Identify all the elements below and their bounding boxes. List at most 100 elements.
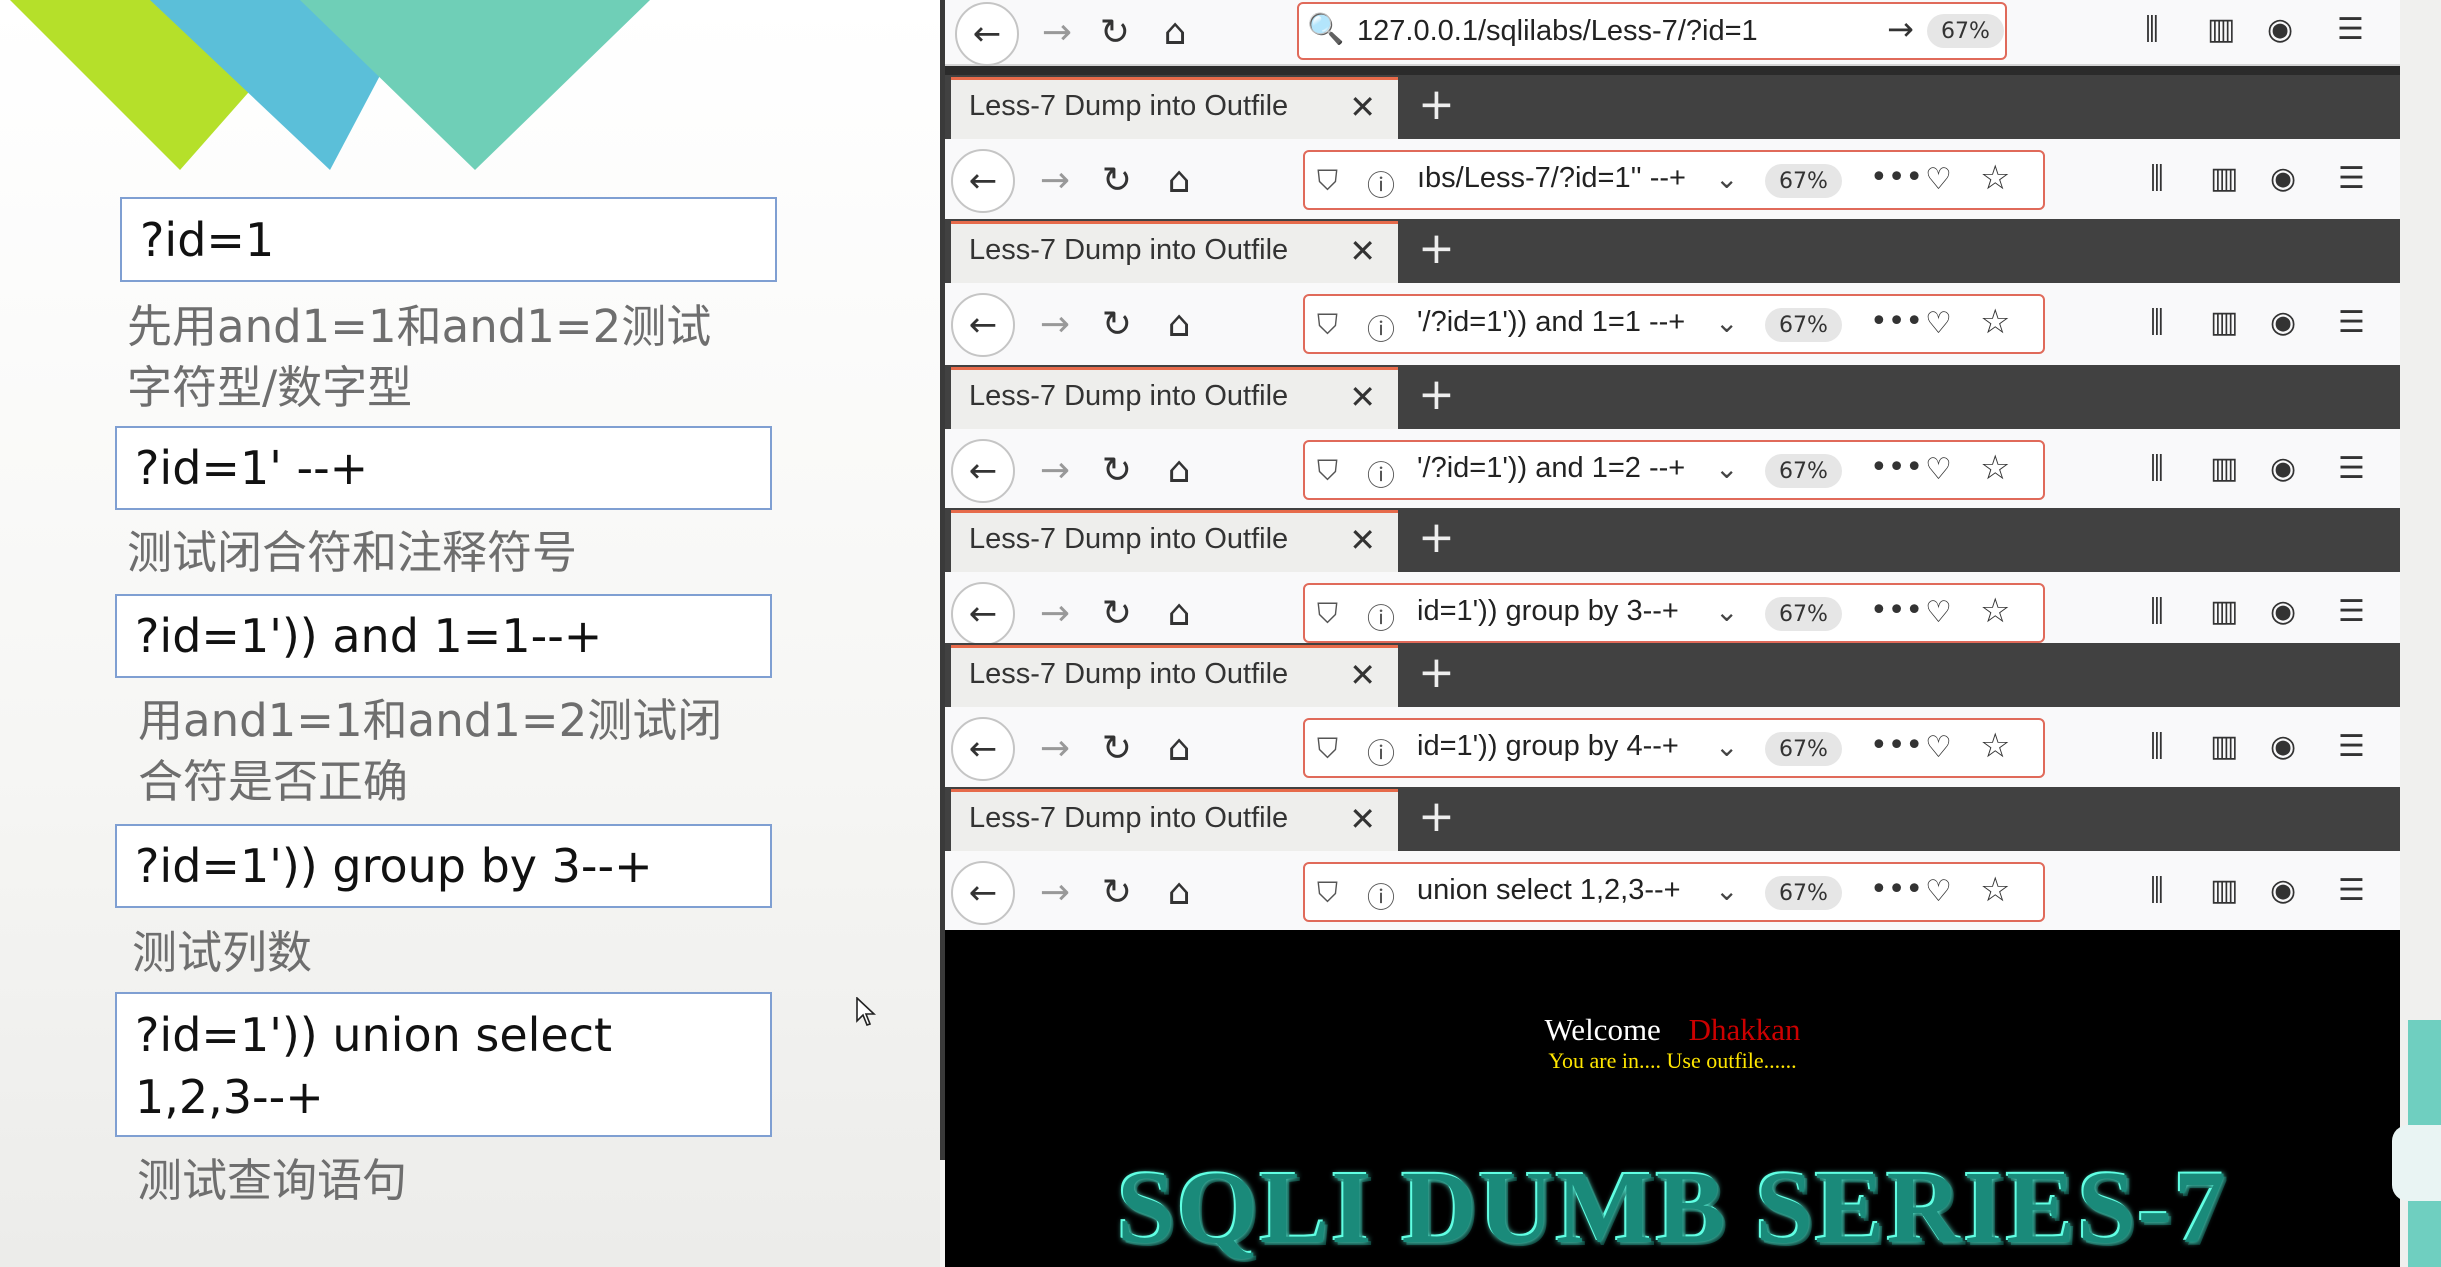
reload-button[interactable]: ↻ xyxy=(1087,139,1147,221)
chevron-down-icon[interactable]: ⌄ xyxy=(1715,595,1738,628)
url-text[interactable]: '/?id=1')) and 1=2 --+ xyxy=(1417,452,1685,485)
library-icon[interactable]: ⫼ xyxy=(2150,873,2164,908)
back-button[interactable]: ← xyxy=(951,293,1015,357)
account-icon[interactable]: ◉ xyxy=(2270,305,2296,340)
zoom-badge[interactable]: 67% xyxy=(1765,732,1842,766)
more-icon[interactable]: ••• xyxy=(1870,450,1923,485)
forward-button[interactable]: → xyxy=(1025,707,1085,789)
menu-icon[interactable]: ☰ xyxy=(2338,305,2365,340)
info-icon[interactable]: ⓘ xyxy=(1367,308,1395,348)
forward-button[interactable]: → xyxy=(1027,0,1087,64)
reload-button[interactable]: ↻ xyxy=(1085,0,1145,64)
new-tab-button[interactable]: + xyxy=(1418,369,1455,420)
menu-icon[interactable]: ☰ xyxy=(2338,873,2365,908)
account-icon[interactable]: ◉ xyxy=(2270,594,2296,629)
menu-icon[interactable]: ☰ xyxy=(2338,451,2365,486)
tab[interactable]: Less-7 Dump into Outfile ✕ xyxy=(951,789,1398,851)
zoom-badge[interactable]: 67% xyxy=(1765,164,1842,198)
back-button[interactable]: ← xyxy=(951,439,1015,503)
account-icon[interactable]: ◉ xyxy=(2270,729,2296,764)
new-tab-button[interactable]: + xyxy=(1418,223,1455,274)
new-tab-button[interactable]: + xyxy=(1418,791,1455,842)
close-icon[interactable]: ✕ xyxy=(1349,232,1376,270)
pocket-icon[interactable]: ♡ xyxy=(1925,874,1952,909)
home-button[interactable]: ⌂ xyxy=(1149,283,1209,365)
reload-button[interactable]: ↻ xyxy=(1087,429,1147,511)
chevron-down-icon[interactable]: ⌄ xyxy=(1715,874,1738,907)
pocket-icon[interactable]: ♡ xyxy=(1925,306,1952,341)
close-icon[interactable]: ✕ xyxy=(1349,800,1376,838)
zoom-badge[interactable]: 67% xyxy=(1765,308,1842,342)
zoom-badge[interactable]: 67% xyxy=(1765,454,1842,488)
url-bar[interactable]: ⛉ ⓘ id=1')) group by 4--+ ⌄ 67% ••• ♡ ☆ xyxy=(1303,718,2045,778)
sidebar-icon[interactable]: ▥ xyxy=(2210,161,2238,196)
bookmark-star-icon[interactable]: ☆ xyxy=(1980,302,2010,342)
home-button[interactable]: ⌂ xyxy=(1149,139,1209,221)
url-text[interactable]: ıbs/Less-7/?id=1'' --+ xyxy=(1417,162,1686,195)
new-tab-button[interactable]: + xyxy=(1418,79,1455,130)
library-icon[interactable]: ⫼ xyxy=(2150,594,2164,629)
home-button[interactable]: ⌂ xyxy=(1149,572,1209,654)
new-tab-button[interactable]: + xyxy=(1418,512,1455,563)
bookmark-star-icon[interactable]: ☆ xyxy=(1980,870,2010,910)
close-icon[interactable]: ✕ xyxy=(1349,656,1376,694)
close-icon[interactable]: ✕ xyxy=(1349,521,1376,559)
more-icon[interactable]: ••• xyxy=(1870,304,1923,339)
tab[interactable]: Less-7 Dump into Outfile ✕ xyxy=(951,221,1398,283)
url-bar[interactable]: ⛉ ⓘ id=1')) group by 3--+ ⌄ 67% ••• ♡ ☆ xyxy=(1303,583,2045,643)
new-tab-button[interactable]: + xyxy=(1418,647,1455,698)
info-icon[interactable]: ⓘ xyxy=(1367,876,1395,916)
pocket-icon[interactable]: ♡ xyxy=(1925,162,1952,197)
more-icon[interactable]: ••• xyxy=(1870,160,1923,195)
info-icon[interactable]: ⓘ xyxy=(1367,597,1395,637)
library-icon[interactable]: ⫼ xyxy=(2150,305,2164,340)
sidebar-icon[interactable]: ▥ xyxy=(2210,729,2238,764)
reload-button[interactable]: ↻ xyxy=(1087,283,1147,365)
back-button[interactable]: ← xyxy=(951,717,1015,781)
url-text[interactable]: '/?id=1')) and 1=1 --+ xyxy=(1417,306,1685,339)
chevron-down-icon[interactable]: ⌄ xyxy=(1715,730,1738,763)
floating-button[interactable] xyxy=(2392,1125,2441,1201)
reload-button[interactable]: ↻ xyxy=(1087,707,1147,789)
sidebar-icon[interactable]: ▥ xyxy=(2210,594,2238,629)
sidebar-icon[interactable]: ▥ xyxy=(2210,451,2238,486)
home-button[interactable]: ⌂ xyxy=(1149,429,1209,511)
more-icon[interactable]: ••• xyxy=(1870,728,1923,763)
library-icon[interactable]: ⫼ xyxy=(2150,729,2164,764)
library-icon[interactable]: ⫼ xyxy=(2150,451,2164,486)
pocket-icon[interactable]: ♡ xyxy=(1925,452,1952,487)
home-button[interactable]: ⌂ xyxy=(1149,851,1209,933)
bookmark-star-icon[interactable]: ☆ xyxy=(1980,158,2010,198)
close-icon[interactable]: ✕ xyxy=(1349,378,1376,416)
forward-button[interactable]: → xyxy=(1025,429,1085,511)
zoom-badge[interactable]: 67% xyxy=(1765,876,1842,910)
account-icon[interactable]: ◉ xyxy=(2270,161,2296,196)
account-icon[interactable]: ◉ xyxy=(2267,12,2293,47)
home-button[interactable]: ⌂ xyxy=(1149,707,1209,789)
forward-button[interactable]: → xyxy=(1025,139,1085,221)
tab[interactable]: Less-7 Dump into Outfile ✕ xyxy=(951,77,1398,139)
pocket-icon[interactable]: ♡ xyxy=(1925,595,1952,630)
reload-button[interactable]: ↻ xyxy=(1087,851,1147,933)
zoom-badge[interactable]: 67% xyxy=(1765,597,1842,631)
menu-icon[interactable]: ☰ xyxy=(2338,161,2365,196)
bookmark-star-icon[interactable]: ☆ xyxy=(1980,591,2010,631)
tab[interactable]: Less-7 Dump into Outfile ✕ xyxy=(951,510,1398,572)
forward-button[interactable]: → xyxy=(1025,283,1085,365)
pocket-icon[interactable]: ♡ xyxy=(1925,730,1952,765)
go-arrow-icon[interactable]: → xyxy=(1887,10,1914,48)
library-icon[interactable]: ⫼ xyxy=(2150,161,2164,196)
back-button[interactable]: ← xyxy=(951,149,1015,213)
home-button[interactable]: ⌂ xyxy=(1145,0,1205,64)
menu-icon[interactable]: ☰ xyxy=(2337,12,2364,47)
more-icon[interactable]: ••• xyxy=(1870,593,1923,628)
sidebar-icon[interactable]: ▥ xyxy=(2207,12,2235,47)
back-button[interactable]: ← xyxy=(955,2,1019,66)
url-bar[interactable]: ⛉ ⓘ '/?id=1')) and 1=2 --+ ⌄ 67% ••• ♡ ☆ xyxy=(1303,440,2045,500)
top-url-bar[interactable]: 🔍 127.0.0.1/sqlilabs/Less-7/?id=1 → 67% xyxy=(1297,2,2007,60)
info-icon[interactable]: ⓘ xyxy=(1367,454,1395,494)
tab[interactable]: Less-7 Dump into Outfile ✕ xyxy=(951,367,1398,429)
url-text[interactable]: union select 1,2,3--+ xyxy=(1417,874,1681,907)
library-icon[interactable]: ⫼ xyxy=(2145,12,2159,47)
sidebar-icon[interactable]: ▥ xyxy=(2210,305,2238,340)
